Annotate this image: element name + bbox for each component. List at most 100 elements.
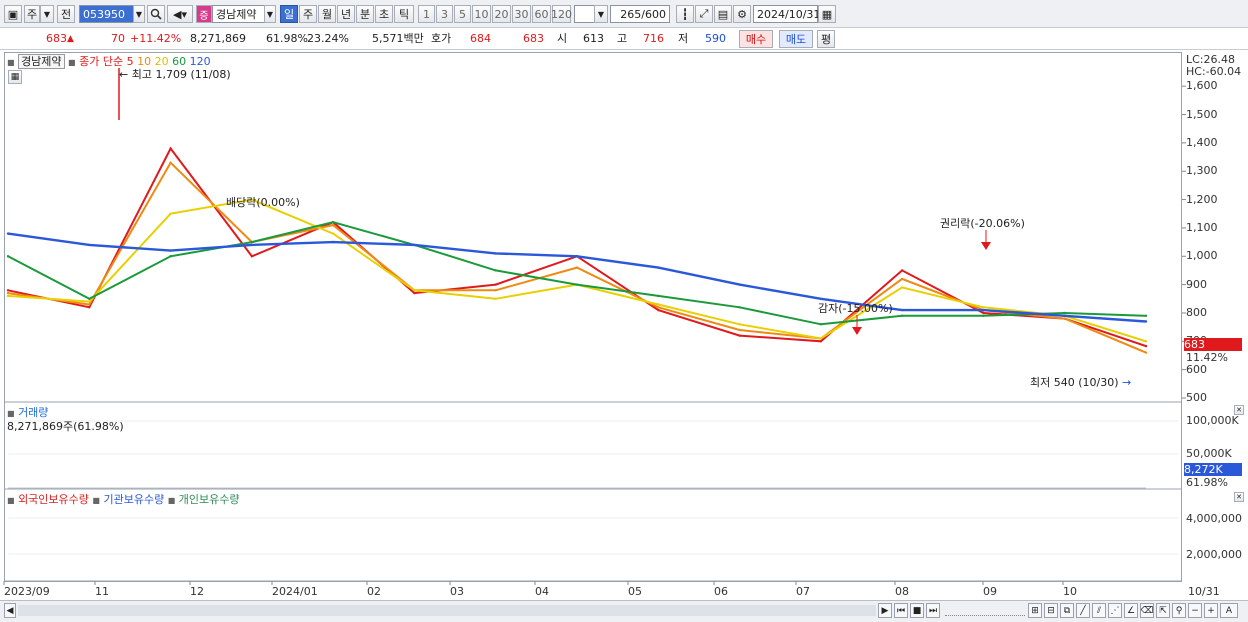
scroll-left-icon[interactable]: ◀ bbox=[4, 603, 16, 618]
low-annotation-text: 최저 540 (10/30) bbox=[1030, 376, 1119, 389]
zoom-icon[interactable]: ⚲ bbox=[1172, 603, 1186, 618]
trend-tool-icon[interactable]: ⤢ bbox=[695, 5, 713, 23]
angle-tool-icon[interactable]: ∠ bbox=[1124, 603, 1138, 618]
name-dropdown-icon[interactable]: ▼ bbox=[264, 5, 276, 23]
legend-individual[interactable]: 개인보유수량 bbox=[179, 493, 240, 506]
font-size-icon[interactable]: A bbox=[1220, 603, 1238, 618]
avg-button[interactable]: 평 bbox=[817, 30, 835, 48]
eraser-icon[interactable]: ⌫ bbox=[1140, 603, 1154, 618]
bid-price: 683 bbox=[523, 32, 544, 45]
zoom-in-icon[interactable]: + bbox=[1204, 603, 1218, 618]
quote-volume: 8,271,869 bbox=[190, 32, 246, 45]
ask-price: 684 bbox=[470, 32, 491, 45]
tab-month[interactable]: 월 bbox=[318, 5, 336, 23]
fib-tool-icon[interactable]: ⫽ bbox=[1092, 603, 1106, 618]
date-tick-label: 11 bbox=[95, 585, 109, 598]
tab-year[interactable]: 년 bbox=[337, 5, 355, 23]
tab-tick[interactable]: 틱 bbox=[394, 5, 414, 23]
export-icon[interactable]: ⇱ bbox=[1156, 603, 1170, 618]
stop-icon[interactable]: ■ bbox=[910, 603, 924, 618]
price-tick-label: 500 bbox=[1186, 391, 1207, 404]
tab-second[interactable]: 초 bbox=[375, 5, 393, 23]
search-icon[interactable] bbox=[147, 5, 165, 23]
last-icon[interactable]: ⏭ bbox=[926, 603, 940, 618]
up-arrow-icon: ▲ bbox=[67, 34, 74, 44]
bar-count-input[interactable]: 265/600 bbox=[610, 5, 670, 23]
date-tick-label: 06 bbox=[714, 585, 728, 598]
layout-icon[interactable]: ⊟ bbox=[1044, 603, 1058, 618]
scroll-right-icon[interactable]: ▶ bbox=[878, 603, 892, 618]
high-label: 고 bbox=[617, 32, 628, 45]
crosshair-icon[interactable]: ⊞ bbox=[1028, 603, 1042, 618]
holding-legend: ■ 외국인보유수량 ■ 기관보유수량 ■ 개인보유수량 bbox=[7, 493, 240, 506]
buy-button[interactable]: 매수 bbox=[739, 30, 773, 48]
interval-10[interactable]: 10 bbox=[472, 5, 491, 23]
price-tick-label: 800 bbox=[1186, 305, 1207, 319]
sell-button[interactable]: 매도 bbox=[779, 30, 813, 48]
interval-dropdown-icon[interactable]: ▼ bbox=[594, 5, 608, 23]
date-tick-label: 05 bbox=[628, 585, 642, 598]
save-icon[interactable]: ▤ bbox=[714, 5, 732, 23]
quote-vol-ratio: 61.98% bbox=[266, 32, 308, 45]
date-tick-label: 10 bbox=[1063, 585, 1077, 598]
quote-price: 683 bbox=[46, 32, 67, 45]
interval-1[interactable]: 1 bbox=[418, 5, 435, 23]
line-tool-icon[interactable]: ╱ bbox=[1076, 603, 1090, 618]
tab-minute[interactable]: 분 bbox=[356, 5, 374, 23]
holding-axis-2m: 2,000,000 bbox=[1186, 548, 1242, 561]
high-price: 716 bbox=[643, 32, 664, 45]
open-label: 시 bbox=[557, 32, 568, 45]
tab-week[interactable]: 주 bbox=[299, 5, 317, 23]
compare-icon[interactable]: ⧉ bbox=[1060, 603, 1074, 618]
legend-institution[interactable]: 기관보유수량 bbox=[103, 493, 164, 506]
interval-20[interactable]: 20 bbox=[492, 5, 511, 23]
first-icon[interactable]: ⏮ bbox=[894, 603, 908, 618]
date-tick-label: 04 bbox=[535, 585, 549, 598]
date-input[interactable]: 2024/10/31 bbox=[753, 5, 820, 23]
chart-toolbar: ▣ 주 ▼ 전 053950 ▼ ◀▾ 증 경남제약 ▼ 일 주 월 년 분 초… bbox=[0, 0, 1248, 28]
candle-icon[interactable]: ┇ bbox=[676, 5, 694, 23]
ex-dividend-label: 배당락(0.00%) bbox=[226, 196, 300, 209]
gear-icon[interactable]: ⚙ bbox=[733, 5, 751, 23]
volume-last-badge: 8,272K bbox=[1184, 463, 1242, 476]
tab-day[interactable]: 일 bbox=[280, 5, 298, 23]
interval-120[interactable]: 120 bbox=[551, 5, 572, 23]
date-tick-label: 02 bbox=[367, 585, 381, 598]
legend-stock-name[interactable]: 경남제약 bbox=[18, 54, 65, 69]
open-price: 613 bbox=[583, 32, 604, 45]
chart-window-icon[interactable]: ▣ bbox=[4, 5, 22, 23]
quote-change-pct: +11.42% bbox=[130, 32, 182, 45]
zoom-ruler[interactable] bbox=[945, 605, 1025, 616]
legend-foreign[interactable]: 외국인보유수량 bbox=[18, 493, 89, 506]
holding-close-icon[interactable]: ✕ bbox=[1234, 492, 1244, 502]
date-tick-label: 12 bbox=[190, 585, 204, 598]
zoom-out-icon[interactable]: − bbox=[1188, 603, 1202, 618]
calendar-icon[interactable]: ▦ bbox=[818, 5, 836, 23]
price-tick-label: 1,100 bbox=[1186, 220, 1218, 234]
table-icon[interactable]: ▦ bbox=[8, 70, 22, 84]
period-dropdown-icon[interactable]: ▼ bbox=[40, 5, 54, 23]
volume-value: 8,271,869주(61.98%) bbox=[7, 420, 124, 433]
code-dropdown-icon[interactable]: ▼ bbox=[133, 5, 145, 23]
bar-count-max: /600 bbox=[641, 7, 666, 21]
low-annotation: 최저 540 (10/30) → bbox=[1030, 376, 1132, 389]
price-tick-label: 1,500 bbox=[1186, 107, 1218, 121]
sound-icon[interactable]: ◀▾ bbox=[167, 5, 193, 23]
holding-axis-4m: 4,000,000 bbox=[1186, 512, 1242, 525]
channel-tool-icon[interactable]: ⋰ bbox=[1108, 603, 1122, 618]
prev-button[interactable]: 전 bbox=[57, 5, 75, 23]
volume-last-pct: 61.98% bbox=[1186, 476, 1228, 489]
scroll-track[interactable] bbox=[18, 605, 876, 616]
date-tick-label: 10/31 bbox=[1188, 585, 1220, 598]
ask-label: 호가 bbox=[431, 32, 452, 45]
legend-type[interactable]: 종가 단순 bbox=[79, 55, 123, 68]
interval-5[interactable]: 5 bbox=[454, 5, 471, 23]
date-tick-label: 2023/09 bbox=[4, 585, 50, 598]
interval-3[interactable]: 3 bbox=[436, 5, 453, 23]
scroll-bar[interactable]: ◀ ▶ ⏮ ■ ⏭ ⊞ ⊟ ⧉ ╱ ⫽ ⋰ ∠ ⌫ ⇱ ⚲ − + A bbox=[0, 600, 1248, 622]
price-tick-label: 1,000 bbox=[1186, 249, 1218, 263]
period-main-button[interactable]: 주 bbox=[24, 5, 40, 23]
interval-60[interactable]: 60 bbox=[532, 5, 551, 23]
volume-close-icon[interactable]: ✕ bbox=[1234, 405, 1244, 415]
interval-30[interactable]: 30 bbox=[512, 5, 531, 23]
